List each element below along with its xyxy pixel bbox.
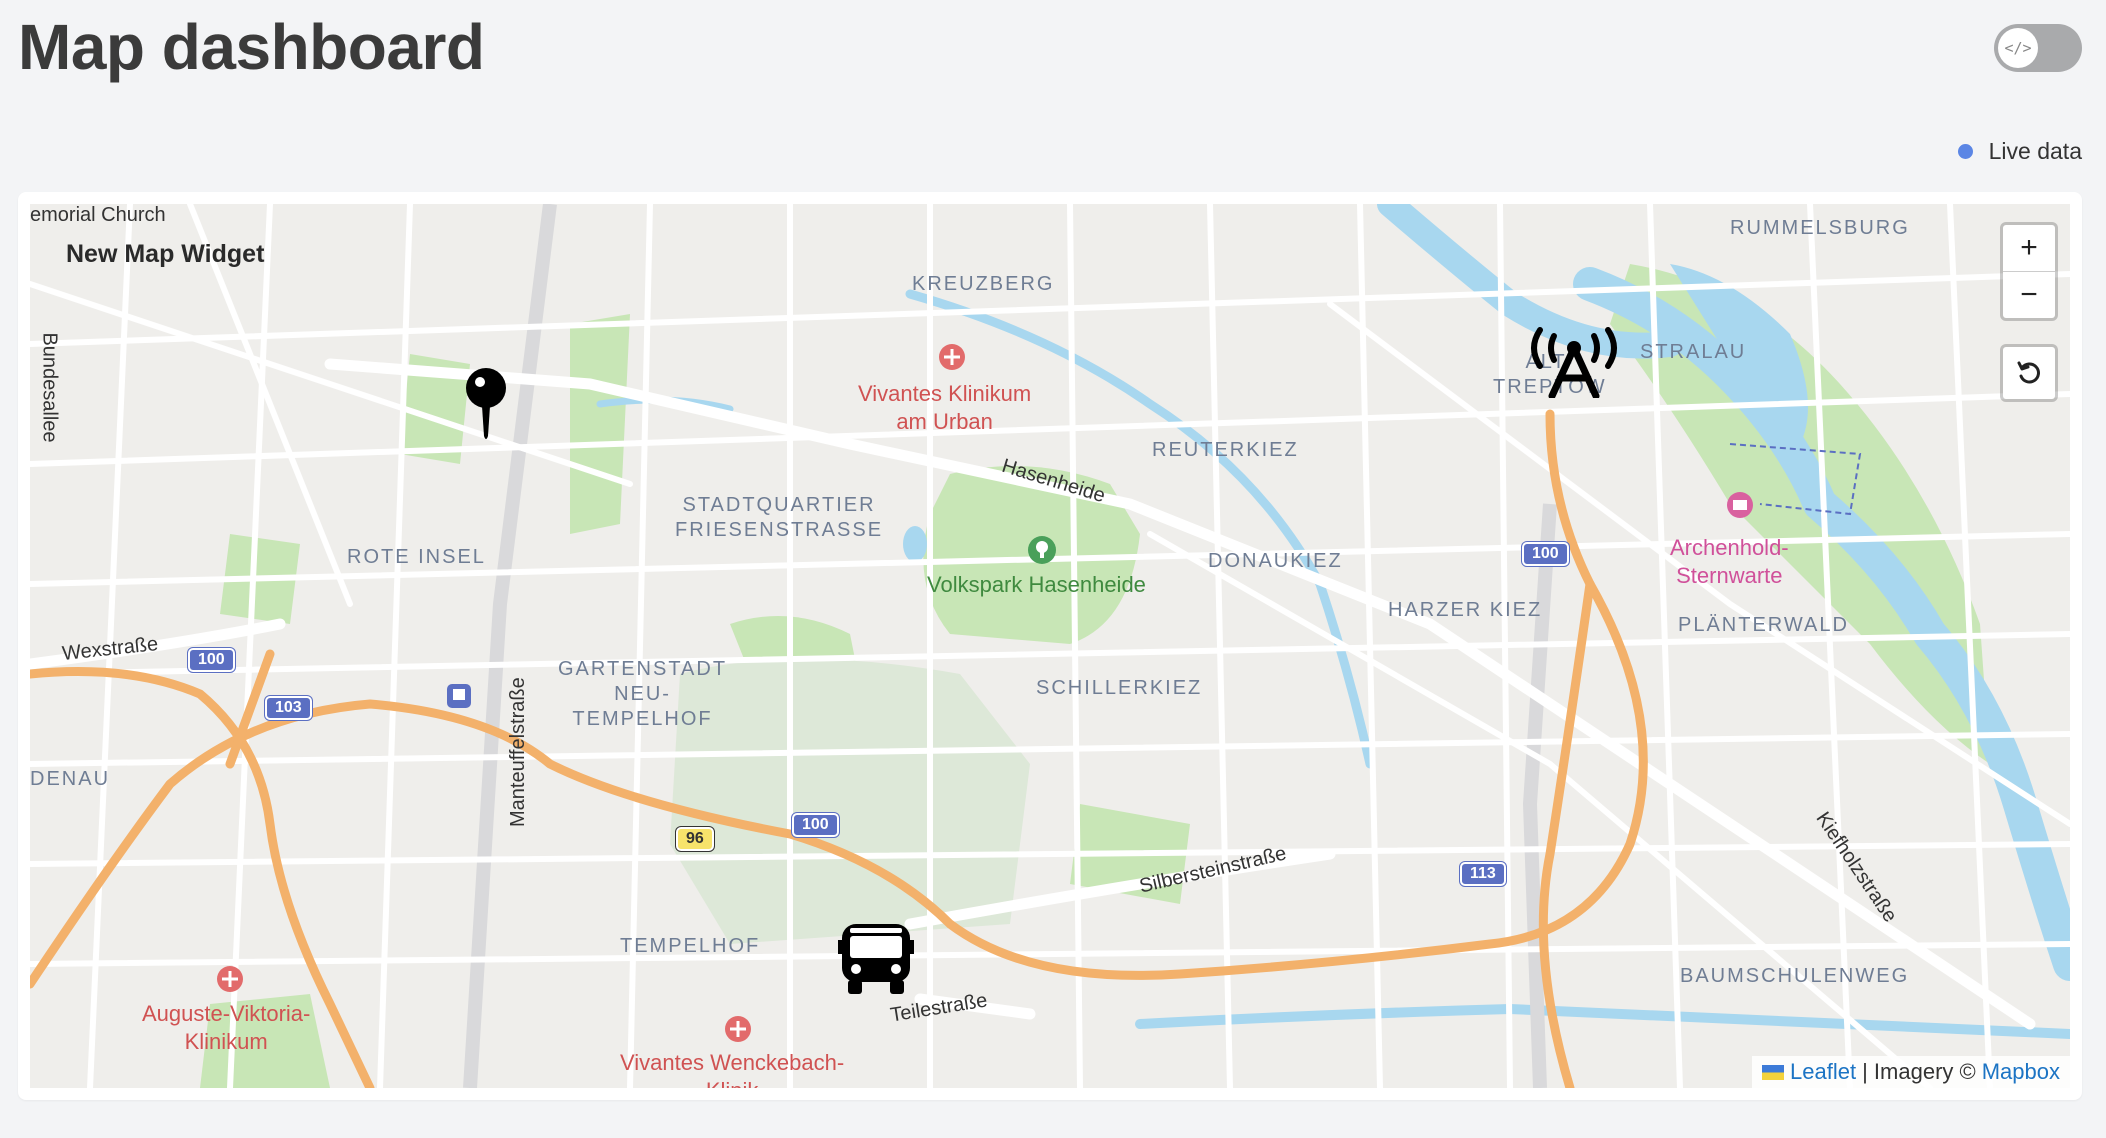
page-title: Map dashboard <box>18 11 485 83</box>
district-label-gartenstadt: GARTENSTADT NEU- TEMPELHOF <box>558 658 728 730</box>
leaflet-link[interactable]: Leaflet <box>1790 1059 1856 1085</box>
district-label-denau: DENAU <box>30 768 111 790</box>
district-label-donaukiez: DONAUKIEZ <box>1208 550 1343 572</box>
code-icon: </> <box>1998 28 2038 68</box>
district-label-planterwald: PLÄNTERWALD <box>1678 614 1849 636</box>
highway-shield-a100: 100 <box>792 813 839 837</box>
attribution-separator: | Imagery © <box>1862 1059 1976 1084</box>
district-label-reuterkiez: REUTERKIEZ <box>1152 439 1299 461</box>
district-label-schillerkiez: SCHILLERKIEZ <box>1036 677 1203 699</box>
mapbox-link[interactable]: Mapbox <box>1982 1059 2060 1085</box>
map-base-layer <box>30 204 2070 1088</box>
reset-view-button[interactable] <box>2000 344 2058 402</box>
map-pin-icon[interactable] <box>464 366 508 447</box>
poi-label-wenckebach: Vivantes Wenckebach- Klinik <box>620 1050 845 1088</box>
bus-icon[interactable] <box>838 922 914 1001</box>
code-view-toggle[interactable]: </> <box>1994 24 2082 72</box>
poi-label-volkspark: Volkspark Hasenheide <box>927 572 1146 597</box>
district-label-rummelsburg: RUMMELSBURG <box>1730 217 1910 239</box>
street-label-manteuffel: Manteuffelstraße <box>507 677 529 827</box>
antenna-icon[interactable] <box>1526 318 1622 403</box>
poi-label-vivantes-urban: Vivantes Klinikum am Urban <box>858 381 1032 434</box>
highway-shield-a100: 100 <box>1522 542 1569 566</box>
district-label-kreuzberg: KREUZBERG <box>912 273 1055 295</box>
district-label-baumschulenweg: BAUMSCHULENWEG <box>1680 965 1910 987</box>
live-status-dot <box>1957 144 1973 159</box>
district-label-harzer-kiez: HARZER KIEZ <box>1388 599 1543 621</box>
live-data-indicator: Live data <box>1957 138 2082 165</box>
district-label-stralau: STRALAU <box>1640 341 1747 363</box>
map-attribution: Leaflet | Imagery © Mapbox <box>1752 1056 2070 1088</box>
poi-label-auguste: Auguste-Viktoria- Klinikum <box>142 1001 311 1054</box>
highway-shield-a103: 103 <box>265 696 312 720</box>
street-label-bundesallee: Bundesallee <box>38 332 61 443</box>
map-widget-card: New Map Widget KREUZBERG RUMMELSBURG STR… <box>18 192 2082 1100</box>
zoom-out-button[interactable]: − <box>2003 271 2055 318</box>
district-label-rote-insel: ROTE INSEL <box>347 546 486 568</box>
live-data-label: Live data <box>1988 138 2082 164</box>
highway-shield-a100: 100 <box>188 648 235 672</box>
map-container[interactable]: New Map Widget KREUZBERG RUMMELSBURG STR… <box>30 204 2070 1088</box>
ukraine-flag-icon <box>1762 1064 1785 1080</box>
district-label-tempelhof: TEMPELHOF <box>620 935 761 957</box>
poi-label-memorial-church: emorial Church <box>30 204 166 226</box>
district-label-stadtquartier: STADTQUARTIER FRIESENSTRASSE <box>675 494 884 541</box>
zoom-control: + − <box>2000 222 2058 321</box>
highway-shield-b96: 96 <box>676 827 714 851</box>
highway-shield-a113: 113 <box>1460 862 1506 886</box>
poi-label-archenhold: Archenhold- Sternwarte <box>1670 535 1789 588</box>
zoom-in-button[interactable]: + <box>2003 225 2055 271</box>
map-widget-title: New Map Widget <box>66 240 265 268</box>
reset-icon <box>2017 361 2040 384</box>
